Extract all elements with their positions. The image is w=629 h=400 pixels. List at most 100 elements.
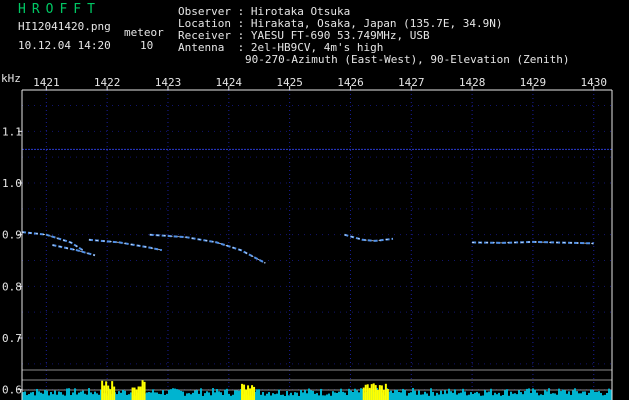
level-peak — [111, 381, 114, 400]
level-bar — [344, 392, 346, 400]
level-bar — [588, 392, 590, 400]
level-peak — [251, 385, 254, 400]
level-bar — [218, 391, 220, 400]
level-bar — [234, 390, 236, 400]
level-bar — [430, 388, 432, 400]
level-bar — [542, 394, 544, 400]
level-bar — [72, 392, 74, 400]
level-bar — [486, 392, 488, 400]
level-bar — [412, 388, 414, 400]
level-bar — [306, 393, 308, 400]
level-bar — [238, 390, 240, 400]
x-tick-label: 1428 — [459, 76, 486, 89]
meteor-trace-highlight — [149, 234, 266, 264]
level-bar — [504, 390, 506, 400]
level-peak — [131, 387, 134, 400]
level-bar — [152, 389, 154, 400]
level-peak — [113, 386, 116, 400]
meteor-trace — [472, 240, 594, 245]
level-bar — [48, 395, 50, 400]
level-bar — [294, 392, 296, 400]
axis-ticks: 1421 1422 1423 1424 1425 1426 1427 1428 1429 1430… — [2, 76, 613, 400]
level-bar — [516, 394, 518, 400]
level-peak — [366, 384, 369, 400]
level-bar — [194, 390, 196, 400]
y-tick-label: 1.1 — [2, 125, 22, 138]
level-bar — [336, 392, 338, 400]
level-peak — [384, 383, 387, 400]
level-bar — [326, 394, 328, 400]
level-bar — [496, 394, 498, 400]
level-bar — [528, 388, 530, 400]
level-peak — [241, 383, 244, 400]
level-bar — [66, 388, 68, 400]
level-bar — [96, 393, 98, 400]
level-peak — [105, 381, 108, 400]
level-bar — [442, 394, 444, 400]
level-bar — [418, 390, 420, 400]
level-bar — [540, 394, 542, 400]
level-bar — [450, 391, 452, 400]
level-bar — [556, 394, 558, 400]
level-bar — [52, 394, 54, 400]
level-bar — [176, 389, 178, 400]
level-bar — [546, 391, 548, 400]
level-peak — [362, 387, 365, 400]
level-bar — [480, 395, 482, 400]
level-bar — [348, 388, 350, 400]
level-peak — [372, 383, 375, 400]
level-bar — [354, 388, 356, 400]
level-bar — [206, 391, 208, 400]
level-bar — [262, 392, 264, 400]
level-bar — [156, 392, 158, 400]
level-bar — [266, 393, 268, 400]
level-bar — [328, 393, 330, 400]
level-peak — [133, 387, 136, 400]
level-bar — [276, 393, 278, 400]
level-bar — [36, 388, 38, 400]
level-bar — [158, 393, 160, 400]
level-bar — [128, 394, 130, 400]
level-bar — [304, 390, 306, 400]
level-bar — [404, 390, 406, 400]
level-bar — [360, 388, 362, 400]
level-bar — [154, 392, 156, 400]
level-bar — [38, 391, 40, 400]
level-bar — [330, 395, 332, 400]
level-bar — [406, 395, 408, 400]
level-bar — [604, 394, 606, 400]
level-bar — [586, 395, 588, 400]
x-tick-label: 1425 — [276, 76, 303, 89]
level-peak — [243, 384, 246, 400]
level-bar — [352, 392, 354, 400]
x-tick-label: 1426 — [337, 76, 364, 89]
level-peak — [368, 387, 371, 400]
level-bar — [532, 388, 534, 400]
level-peak — [101, 380, 104, 400]
level-bar — [402, 388, 404, 400]
level-bar — [464, 391, 466, 400]
level-bar — [186, 393, 188, 400]
level-bar — [468, 394, 470, 400]
level-bar — [236, 390, 238, 400]
level-bar — [296, 392, 298, 400]
level-bar — [594, 391, 596, 400]
level-bar — [24, 391, 26, 400]
level-bar — [608, 388, 610, 400]
level-bar — [478, 393, 480, 400]
x-tick-label: 1430 — [581, 76, 608, 89]
level-bar — [56, 394, 58, 400]
level-bar — [150, 392, 152, 400]
level-bar — [590, 389, 592, 400]
meteor-trace — [52, 244, 96, 257]
level-bar — [270, 395, 272, 400]
level-bar — [80, 391, 82, 400]
level-bar — [500, 395, 502, 400]
level-bar — [116, 394, 118, 400]
level-bar — [446, 393, 448, 400]
level-bar — [90, 392, 92, 400]
level-bar — [560, 391, 562, 400]
level-peak — [135, 389, 138, 400]
level-bar — [310, 390, 312, 400]
level-bar — [568, 391, 570, 400]
